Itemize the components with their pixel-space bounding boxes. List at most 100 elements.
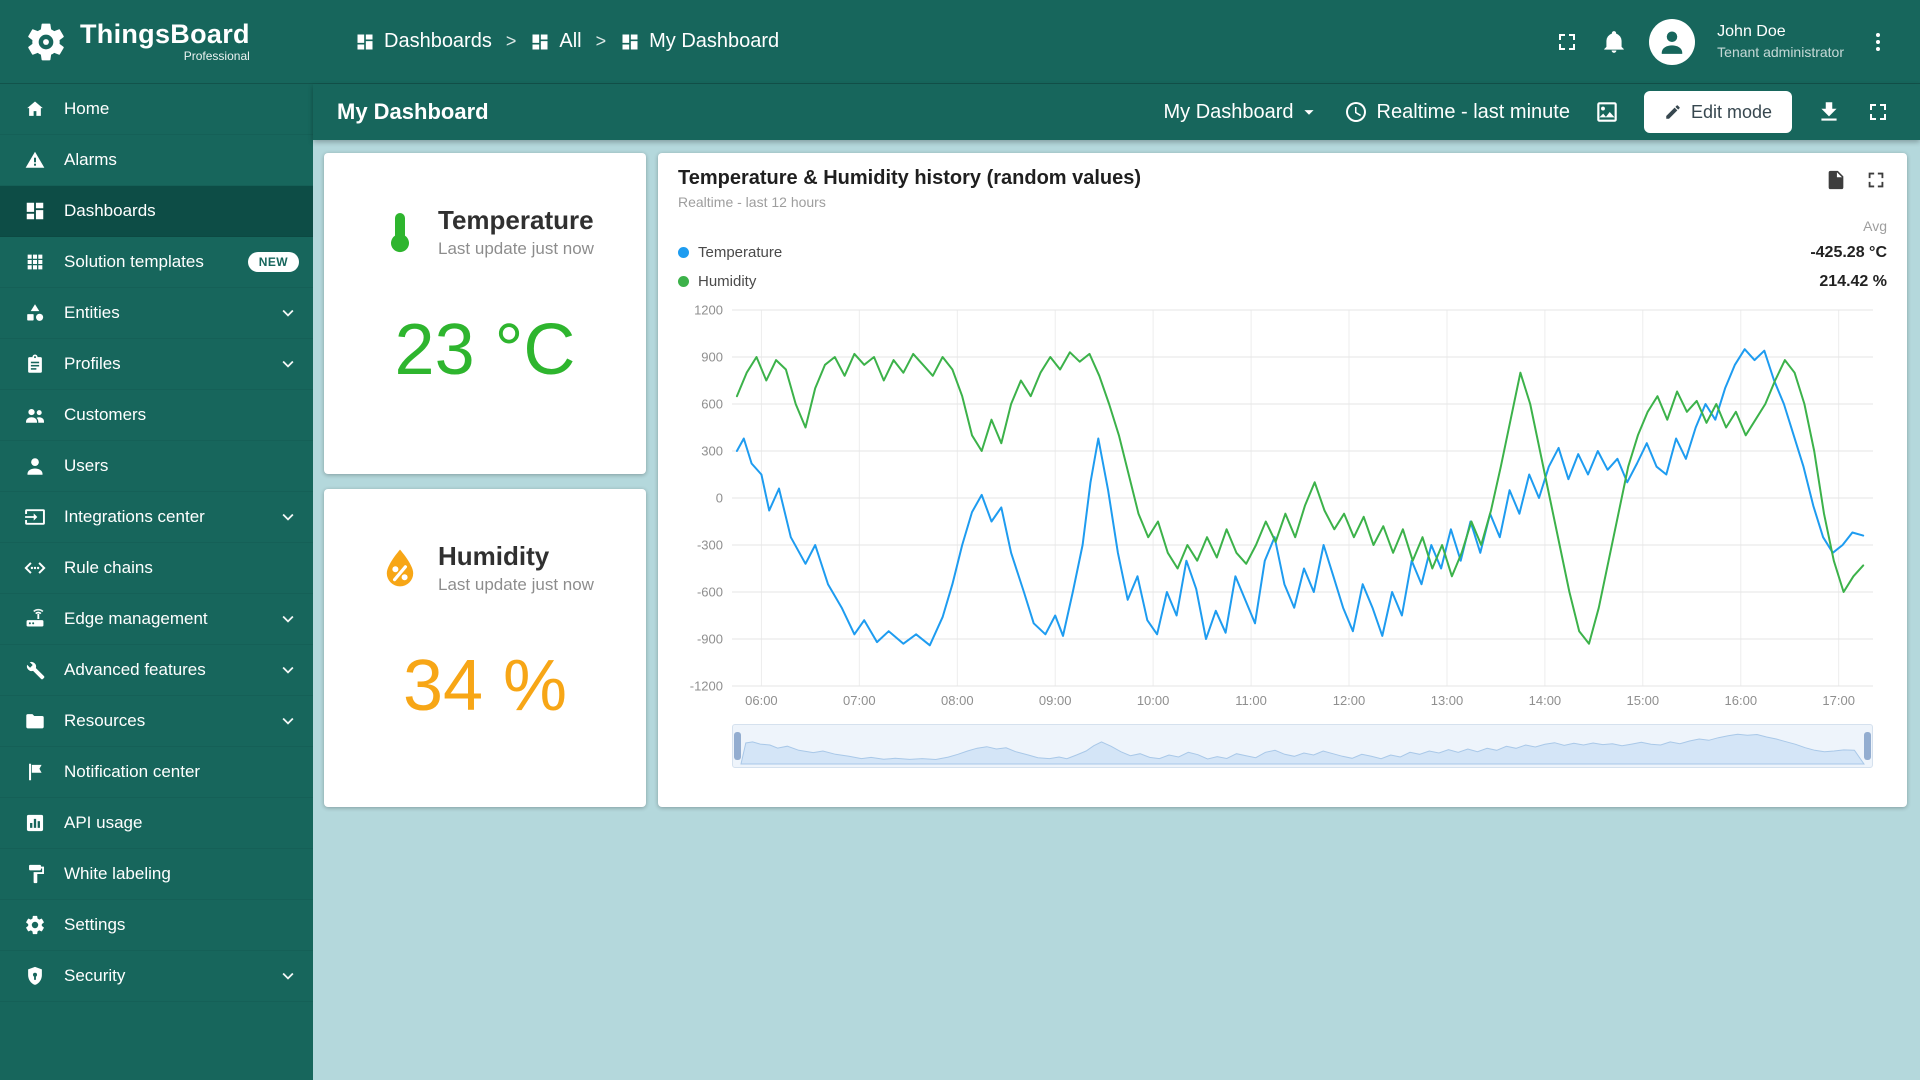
- svg-text:-900: -900: [697, 632, 723, 647]
- dashboard-select-label: My Dashboard: [1163, 101, 1293, 124]
- toolbar-fullscreen-button[interactable]: [1866, 100, 1890, 124]
- chevron-down-icon: [277, 659, 299, 681]
- time-window-button[interactable]: Realtime - last minute: [1344, 100, 1570, 124]
- legend-item-temperature[interactable]: Temperature-425.28 °C: [678, 238, 1887, 267]
- sidebar-item-entities[interactable]: Entities: [0, 288, 313, 339]
- file-icon: [1825, 169, 1847, 191]
- notification-center-icon: [24, 761, 46, 783]
- sidebar-item-label: Profiles: [64, 354, 121, 374]
- sidebar-item-dashboards[interactable]: Dashboards: [0, 186, 313, 237]
- fullscreen-button[interactable]: [1555, 30, 1579, 54]
- legend-label: Temperature: [698, 244, 782, 261]
- sidebar-item-white-labeling[interactable]: White labeling: [0, 849, 313, 900]
- topbar: ThingsBoard Professional Dashboards > All >…: [0, 0, 1920, 84]
- widget-subtitle: Last update just now: [438, 575, 594, 595]
- new-badge: NEW: [248, 252, 299, 272]
- page-title: My Dashboard: [337, 99, 489, 125]
- edit-mode-button[interactable]: Edit mode: [1644, 91, 1792, 133]
- chart-scrubber[interactable]: [732, 724, 1873, 768]
- chevron-down-icon: [277, 965, 299, 987]
- expand-button[interactable]: [1865, 169, 1887, 191]
- user-block[interactable]: John Doe Tenant administrator: [1717, 22, 1844, 61]
- svg-text:06:00: 06:00: [745, 693, 778, 708]
- legend-item-humidity[interactable]: Humidity214.42 %: [678, 267, 1887, 296]
- rule-chains-icon: [24, 557, 46, 579]
- sidebar-item-label: Solution templates: [64, 252, 204, 272]
- dashboards-icon: [24, 200, 46, 222]
- sidebar-item-label: Edge management: [64, 609, 208, 629]
- sidebar-item-notification-center[interactable]: Notification center: [0, 747, 313, 798]
- temperature-value: 23 °C: [324, 309, 646, 391]
- chevron-down-icon: [277, 608, 299, 630]
- fullscreen-icon: [1866, 100, 1890, 124]
- history-chart[interactable]: 06:0007:0008:0009:0010:0011:0012:0013:00…: [678, 300, 1887, 714]
- humidity-widget: Humidity Last update just now 34 %: [324, 489, 646, 807]
- breadcrumb-label: All: [559, 30, 581, 53]
- chart-header: Temperature & Humidity history (random v…: [678, 167, 1887, 210]
- sidebar-item-advanced-features[interactable]: Advanced features: [0, 645, 313, 696]
- breadcrumb-label: My Dashboard: [649, 30, 779, 53]
- scrubber-handle-left[interactable]: [734, 732, 741, 760]
- svg-text:15:00: 15:00: [1627, 693, 1660, 708]
- breadcrumb-separator: >: [506, 31, 517, 52]
- notifications-button[interactable]: [1601, 29, 1627, 55]
- sidebar-item-settings[interactable]: Settings: [0, 900, 313, 951]
- breadcrumb-item-dashboards[interactable]: Dashboards: [355, 30, 492, 53]
- breadcrumb-item-my-dashboard[interactable]: My Dashboard: [620, 30, 779, 53]
- sidebar-item-label: Settings: [64, 915, 125, 935]
- solution-templates-icon: [24, 251, 46, 273]
- pencil-icon: [1664, 103, 1682, 121]
- svg-text:-600: -600: [697, 585, 723, 600]
- sidebar-item-api-usage[interactable]: API usage: [0, 798, 313, 849]
- sidebar-item-resources[interactable]: Resources: [0, 696, 313, 747]
- more-menu-button[interactable]: [1866, 30, 1890, 54]
- bell-icon: [1601, 29, 1627, 55]
- breadcrumb-label: Dashboards: [384, 30, 492, 53]
- download-button[interactable]: [1816, 99, 1842, 125]
- sidebar-item-alarms[interactable]: Alarms: [0, 135, 313, 186]
- breadcrumb-item-all[interactable]: All: [530, 30, 581, 53]
- sidebar-item-users[interactable]: Users: [0, 441, 313, 492]
- scrubber-handle-right[interactable]: [1864, 732, 1871, 760]
- topbar-actions: John Doe Tenant administrator: [1555, 19, 1920, 65]
- breadcrumb-separator: >: [596, 31, 607, 52]
- dashboard-select[interactable]: My Dashboard: [1163, 101, 1319, 124]
- sidebar-item-edge-management[interactable]: Edge management: [0, 594, 313, 645]
- svg-text:300: 300: [701, 444, 723, 459]
- sidebar-item-customers[interactable]: Customers: [0, 390, 313, 441]
- avatar[interactable]: [1649, 19, 1695, 65]
- svg-text:09:00: 09:00: [1039, 693, 1072, 708]
- widget-subtitle: Last update just now: [438, 239, 594, 259]
- brand-logo[interactable]: ThingsBoard Professional: [0, 20, 313, 64]
- svg-text:13:00: 13:00: [1431, 693, 1464, 708]
- sidebar-item-rule-chains[interactable]: Rule chains: [0, 543, 313, 594]
- dashboards-icon: [620, 32, 640, 52]
- legend-dot: [678, 247, 689, 258]
- sidebar-item-profiles[interactable]: Profiles: [0, 339, 313, 390]
- humidity-widget-header: Humidity Last update just now: [324, 541, 646, 595]
- more-vert-icon: [1866, 30, 1890, 54]
- svg-text:07:00: 07:00: [843, 693, 876, 708]
- temperature-widget-header: Temperature Last update just now: [324, 205, 646, 259]
- sidebar-item-security[interactable]: Security: [0, 951, 313, 1002]
- sidebar-item-home[interactable]: Home: [0, 84, 313, 135]
- chevron-down-icon: [277, 506, 299, 528]
- api-usage-icon: [24, 812, 46, 834]
- svg-text:-1200: -1200: [690, 679, 723, 694]
- download-icon: [1816, 99, 1842, 125]
- sidebar-item-solution-templates[interactable]: Solution templates NEW: [0, 237, 313, 288]
- svg-text:600: 600: [701, 397, 723, 412]
- clock-icon: [1344, 100, 1368, 124]
- thingsboard-logo-icon: [24, 20, 68, 64]
- brand-text: ThingsBoard Professional: [80, 20, 250, 63]
- widget-title: Humidity: [438, 541, 594, 572]
- chevron-down-icon: [277, 353, 299, 375]
- svg-text:-300: -300: [697, 538, 723, 553]
- export-button[interactable]: [1825, 169, 1847, 191]
- bell-icon: [1601, 29, 1627, 55]
- chevron-down-icon: [1298, 101, 1320, 123]
- sidebar-item-integrations-center[interactable]: Integrations center: [0, 492, 313, 543]
- widget-title: Temperature: [438, 205, 594, 236]
- fullscreen-icon: [1555, 30, 1579, 54]
- image-button[interactable]: [1594, 99, 1620, 125]
